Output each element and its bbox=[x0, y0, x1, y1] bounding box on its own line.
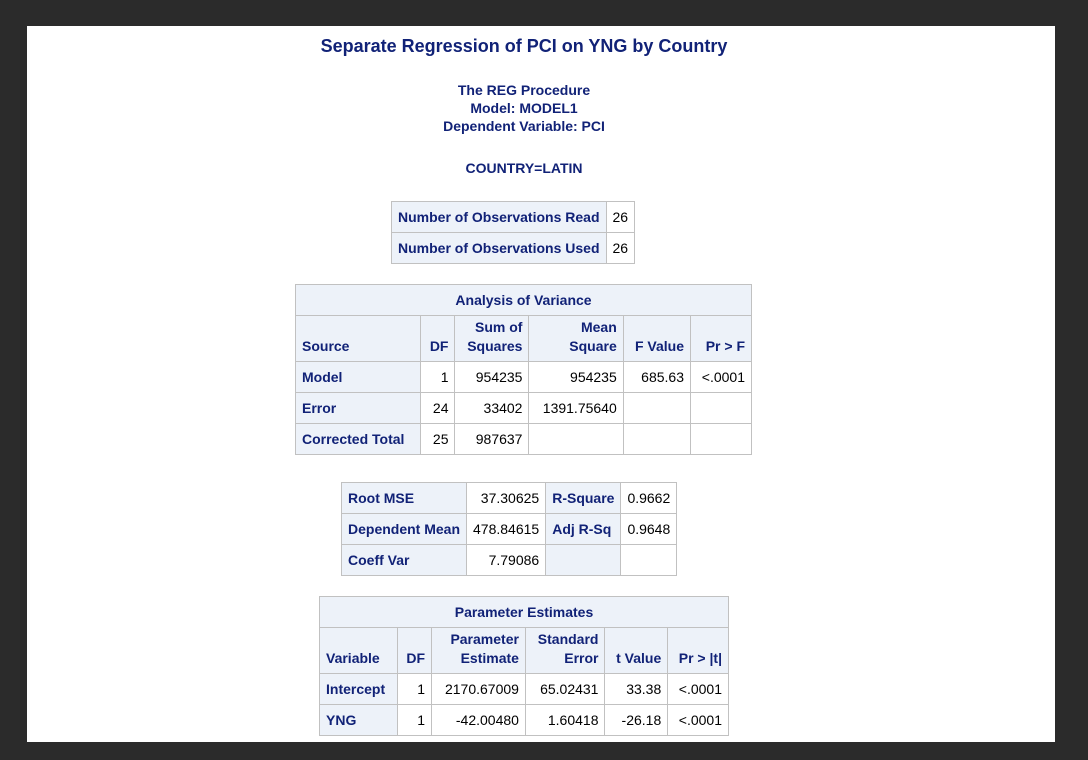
f-cell: 685.63 bbox=[622, 361, 692, 393]
col-df: DF bbox=[420, 315, 456, 362]
obs-used-value: 26 bbox=[605, 232, 636, 264]
obs-used-label: Number of Observations Used bbox=[391, 232, 607, 264]
col-pr-t: Pr > |t| bbox=[667, 627, 729, 674]
source-cell: Corrected Total bbox=[294, 423, 422, 455]
ss-cell: 954235 bbox=[454, 361, 530, 393]
params-caption: Parameter Estimates bbox=[319, 596, 729, 628]
ss-top: Sum of bbox=[475, 319, 523, 335]
fit-label: Adj R-Sq bbox=[545, 513, 622, 545]
anova-table: Analysis of Variance Source DF Sum of Sq… bbox=[294, 284, 752, 455]
variable-cell: YNG bbox=[319, 704, 398, 736]
variable-cell: Intercept bbox=[319, 673, 398, 705]
p-cell bbox=[690, 423, 752, 455]
fit-label: Coeff Var bbox=[340, 544, 468, 576]
est-bottom: Estimate bbox=[460, 650, 519, 666]
procedure-header: The REG Procedure Model: MODEL1 Dependen… bbox=[27, 81, 1021, 135]
fit-value: 0.9648 bbox=[620, 513, 678, 545]
ms-top: Mean bbox=[580, 319, 617, 335]
col-sum-of-squares: Sum of Squares bbox=[454, 315, 530, 362]
model-name: Model: MODEL1 bbox=[470, 100, 578, 116]
table-row: Error 24 33402 1391.75640 bbox=[294, 392, 752, 424]
est-top: Parameter bbox=[450, 631, 519, 647]
table-row: Corrected Total 25 987637 bbox=[294, 423, 752, 455]
anova-caption: Analysis of Variance bbox=[295, 284, 752, 316]
ss-cell: 987637 bbox=[454, 423, 530, 455]
dependent-variable: Dependent Variable: PCI bbox=[443, 118, 605, 134]
stderr-cell: 65.02431 bbox=[524, 673, 606, 705]
col-f-value: F Value bbox=[622, 315, 692, 362]
df-cell: 25 bbox=[420, 423, 456, 455]
f-cell bbox=[622, 423, 692, 455]
t-cell: -26.18 bbox=[604, 704, 669, 736]
t-cell: 33.38 bbox=[604, 673, 669, 705]
by-group-label: COUNTRY=LATIN bbox=[465, 160, 583, 176]
col-df: DF bbox=[396, 627, 433, 674]
table-row: Coeff Var 7.79086 bbox=[340, 544, 678, 576]
source-cell: Model bbox=[294, 361, 422, 393]
params-header-row: Variable DF Parameter Estimate Standard … bbox=[319, 627, 729, 674]
df-cell: 24 bbox=[420, 392, 456, 424]
df-cell: 1 bbox=[396, 704, 433, 736]
df-cell: 1 bbox=[420, 361, 456, 393]
report-page: Separate Regression of PCI on YNG by Cou… bbox=[27, 26, 1055, 742]
ms-cell bbox=[528, 423, 624, 455]
col-mean-square: Mean Square bbox=[528, 315, 624, 362]
se-bottom: Error bbox=[564, 650, 599, 666]
table-row: Intercept 1 2170.67009 65.02431 33.38 <.… bbox=[319, 673, 729, 705]
p-cell: <.0001 bbox=[690, 361, 752, 393]
ms-cell: 954235 bbox=[528, 361, 624, 393]
table-row: Model 1 954235 954235 685.63 <.0001 bbox=[294, 361, 752, 393]
col-pr-f: Pr > F bbox=[690, 315, 752, 362]
col-parameter-estimate: Parameter Estimate bbox=[431, 627, 526, 674]
table-row: Root MSE 37.30625 R-Square 0.9662 bbox=[340, 482, 678, 514]
fit-value: 7.79086 bbox=[466, 544, 547, 576]
f-cell bbox=[622, 392, 692, 424]
fit-label: R-Square bbox=[545, 482, 622, 514]
col-source: Source bbox=[294, 315, 422, 362]
estimate-cell: 2170.67009 bbox=[431, 673, 526, 705]
estimate-cell: -42.00480 bbox=[431, 704, 526, 736]
fit-label bbox=[545, 544, 622, 576]
se-top: Standard bbox=[537, 631, 599, 647]
source-cell: Error bbox=[294, 392, 422, 424]
col-t-value: t Value bbox=[604, 627, 669, 674]
ss-cell: 33402 bbox=[454, 392, 530, 424]
df-cell: 1 bbox=[396, 673, 433, 705]
fit-statistics-table: Root MSE 37.30625 R-Square 0.9662 Depend… bbox=[340, 482, 678, 576]
fit-value: 478.84615 bbox=[466, 513, 547, 545]
ss-bottom: Squares bbox=[467, 338, 523, 354]
fit-label: Dependent Mean bbox=[340, 513, 468, 545]
col-standard-error: Standard Error bbox=[524, 627, 606, 674]
p-cell: <.0001 bbox=[667, 673, 729, 705]
fit-label: Root MSE bbox=[340, 482, 468, 514]
params-caption-row: Parameter Estimates bbox=[319, 596, 729, 628]
col-variable: Variable bbox=[319, 627, 398, 674]
p-cell: <.0001 bbox=[667, 704, 729, 736]
anova-header-row: Source DF Sum of Squares Mean Square F V… bbox=[294, 315, 752, 362]
table-row: Number of Observations Read 26 bbox=[391, 201, 636, 233]
obs-read-value: 26 bbox=[605, 201, 636, 233]
procedure-name: The REG Procedure bbox=[457, 82, 591, 98]
fit-value: 0.9662 bbox=[620, 482, 678, 514]
table-row: Number of Observations Used 26 bbox=[391, 232, 636, 264]
fit-value bbox=[620, 544, 678, 576]
parameter-estimates-table: Parameter Estimates Variable DF Paramete… bbox=[319, 596, 729, 736]
observations-table: Number of Observations Read 26 Number of… bbox=[391, 201, 636, 264]
ms-bottom: Square bbox=[569, 338, 617, 354]
ms-cell: 1391.75640 bbox=[528, 392, 624, 424]
stderr-cell: 1.60418 bbox=[524, 704, 606, 736]
table-row: Dependent Mean 478.84615 Adj R-Sq 0.9648 bbox=[340, 513, 678, 545]
table-row: YNG 1 -42.00480 1.60418 -26.18 <.0001 bbox=[319, 704, 729, 736]
obs-read-label: Number of Observations Read bbox=[391, 201, 607, 233]
p-cell bbox=[690, 392, 752, 424]
anova-caption-row: Analysis of Variance bbox=[295, 284, 752, 316]
report-title: Separate Regression of PCI on YNG by Cou… bbox=[320, 36, 728, 56]
fit-value: 37.30625 bbox=[466, 482, 547, 514]
